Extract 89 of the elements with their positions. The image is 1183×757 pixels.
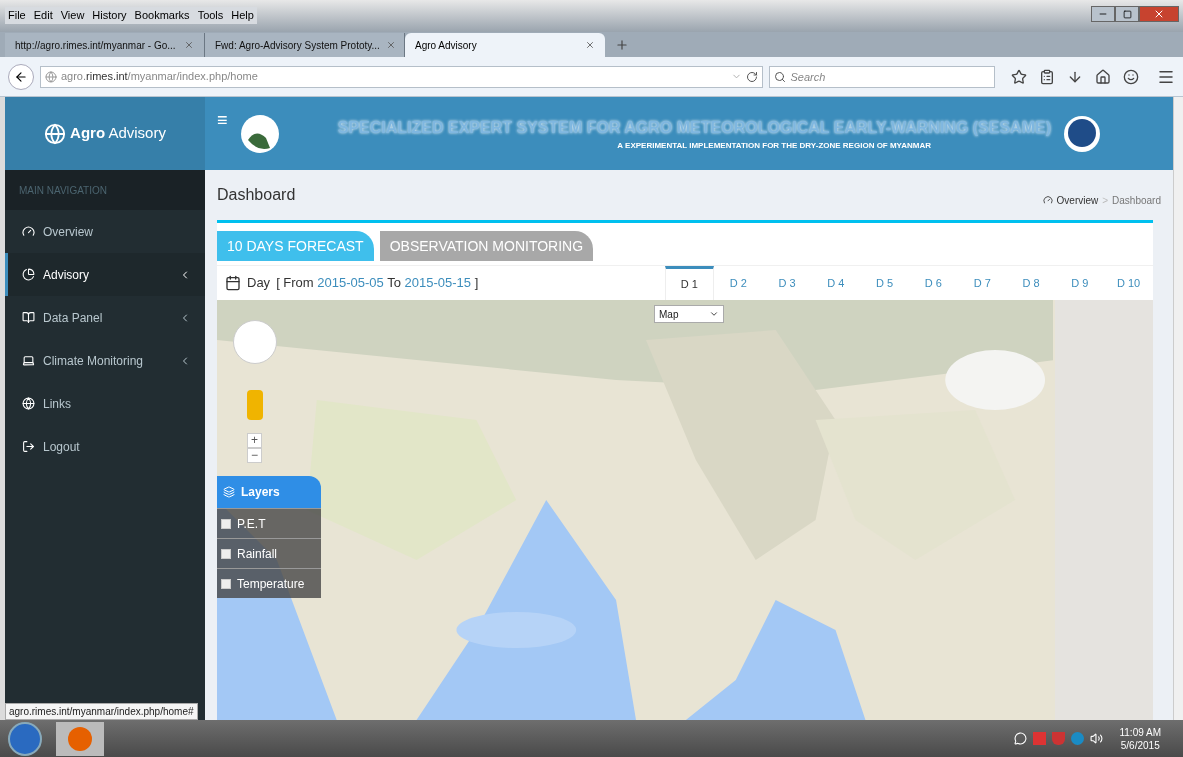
map-type-select[interactable]: Map — [654, 305, 724, 323]
reading-list-icon[interactable] — [1039, 68, 1055, 85]
page-title: Dashboard — [217, 185, 296, 205]
search-field[interactable]: Search — [769, 65, 995, 88]
status-url: agro.rimes.int/myanmar/index.php/home# — [5, 703, 198, 720]
sidebar-item[interactable]: Links — [5, 382, 205, 425]
breadcrumb-link[interactable]: Overview — [1056, 192, 1099, 208]
day-tab[interactable]: D 9 — [1055, 265, 1105, 301]
day-tab[interactable]: D 5 — [860, 265, 909, 301]
layers-icon — [223, 486, 235, 498]
sidebar-heading: MAIN NAVIGATION — [5, 170, 205, 210]
browser-tab[interactable]: http://agro.rimes.int/myanmar - Go... — [5, 33, 205, 57]
new-tab-icon[interactable] — [615, 38, 629, 52]
day-tab[interactable]: D 2 — [713, 265, 763, 301]
bookmark-icon[interactable] — [1011, 68, 1027, 85]
tray-icon[interactable] — [1071, 732, 1085, 745]
clock-date: 5/6/2015 — [1120, 738, 1160, 752]
browser-tab[interactable]: Fwd: Agro-Advisory System Prototy... — [205, 33, 405, 57]
logo-icon — [44, 122, 67, 145]
dashboard-icon — [1042, 195, 1053, 205]
logo-icon — [239, 113, 280, 154]
close-tab-icon[interactable] — [184, 40, 194, 50]
chat-icon[interactable] — [1014, 732, 1028, 745]
checkbox[interactable] — [221, 548, 231, 559]
sign-out-icon — [22, 440, 35, 453]
address-field[interactable]: agro.rimes.int/myanmar/index.php/home — [39, 65, 764, 88]
banner-subtitle: A EXPERIMENTAL IMPLEMENTATION FOR THE DRY-ZONE REGION OF MYANMAR — [617, 139, 931, 152]
sidebar-item[interactable]: Overview — [5, 210, 205, 253]
book-icon — [22, 311, 35, 324]
close-button[interactable] — [1139, 6, 1179, 22]
menu-item[interactable]: History — [92, 7, 127, 24]
banner-title: SPECIALIZED EXPERT SYSTEM FOR AGRO METEOROLOGICAL EARLY-WARNING (SESAME) — [337, 117, 1051, 138]
close-icon — [1153, 8, 1165, 20]
menu-item[interactable]: View — [60, 7, 85, 24]
sidebar-item[interactable]: Data Panel — [5, 296, 205, 339]
breadcrumb-current: Dashboard — [1112, 193, 1161, 208]
start-button[interactable] — [8, 721, 42, 756]
restore-button[interactable] — [1115, 6, 1139, 22]
breadcrumb-separator: > — [1102, 193, 1109, 208]
sidebar-item[interactable]: Climate Monitoring — [5, 339, 205, 382]
back-icon — [13, 69, 28, 84]
laptop-icon — [22, 354, 35, 367]
zoom-out-button[interactable]: − — [247, 448, 262, 463]
search-icon — [774, 70, 787, 83]
logo-text: Agro Advisory — [70, 123, 166, 144]
zoom-in-button[interactable]: + — [247, 433, 262, 448]
menu-item[interactable]: Edit — [33, 7, 53, 24]
sidebar-item[interactable]: Logout — [5, 425, 205, 468]
globe-icon — [22, 397, 35, 410]
day-tab[interactable]: D 6 — [909, 265, 958, 301]
caret-icon — [709, 309, 719, 319]
map[interactable]: + − Map Layers P.E.T Rainfall Temperature — [217, 300, 1055, 720]
taskbar-button[interactable] — [56, 721, 104, 756]
day-tab[interactable]: D 4 — [811, 265, 861, 301]
checkbox[interactable] — [221, 518, 231, 529]
scrollbar[interactable] — [1173, 97, 1183, 720]
back-button[interactable] — [8, 63, 34, 90]
dashboard-icon — [22, 225, 35, 238]
layer-option[interactable]: P.E.T — [217, 508, 321, 538]
pie-chart-icon — [22, 268, 35, 281]
clock-time: 11:09 AM — [1119, 725, 1161, 739]
day-tab[interactable]: D 7 — [957, 265, 1007, 301]
volume-icon[interactable] — [1090, 732, 1104, 745]
restore-icon — [1122, 9, 1132, 19]
menu-item[interactable]: File — [8, 7, 26, 24]
checkbox[interactable] — [221, 578, 231, 589]
day-tab[interactable]: D 10 — [1104, 265, 1153, 301]
emblem-icon — [1063, 114, 1101, 153]
menu-item[interactable]: Help — [231, 7, 254, 24]
url-text: agro.rimes.int/myanmar/index.php/home — [60, 69, 258, 85]
home-icon[interactable] — [1095, 68, 1111, 85]
globe-icon — [44, 70, 57, 83]
menu-item[interactable]: Tools — [197, 7, 224, 24]
day-label: Day — [247, 274, 271, 293]
layer-option[interactable]: Rainfall — [217, 538, 321, 568]
menu-item[interactable]: Bookmarks — [134, 7, 190, 24]
sidebar-item[interactable]: Advisory — [5, 253, 205, 296]
reload-icon[interactable] — [746, 70, 759, 83]
day-tab[interactable]: D 8 — [1006, 265, 1056, 301]
minimize-button[interactable] — [1091, 6, 1115, 22]
smiley-icon[interactable] — [1123, 68, 1139, 85]
date-range: [ From 2015-05-05 To 2015-05-15 ] — [276, 274, 479, 293]
close-tab-icon[interactable] — [585, 40, 595, 50]
browser-tab[interactable]: Agro Advisory — [405, 33, 605, 57]
close-tab-icon[interactable] — [385, 40, 396, 50]
day-tab[interactable]: D 3 — [762, 265, 812, 301]
menu-toggle[interactable]: ≡ — [217, 107, 228, 134]
layer-option[interactable]: Temperature — [217, 568, 321, 598]
calendar-icon — [225, 275, 241, 291]
